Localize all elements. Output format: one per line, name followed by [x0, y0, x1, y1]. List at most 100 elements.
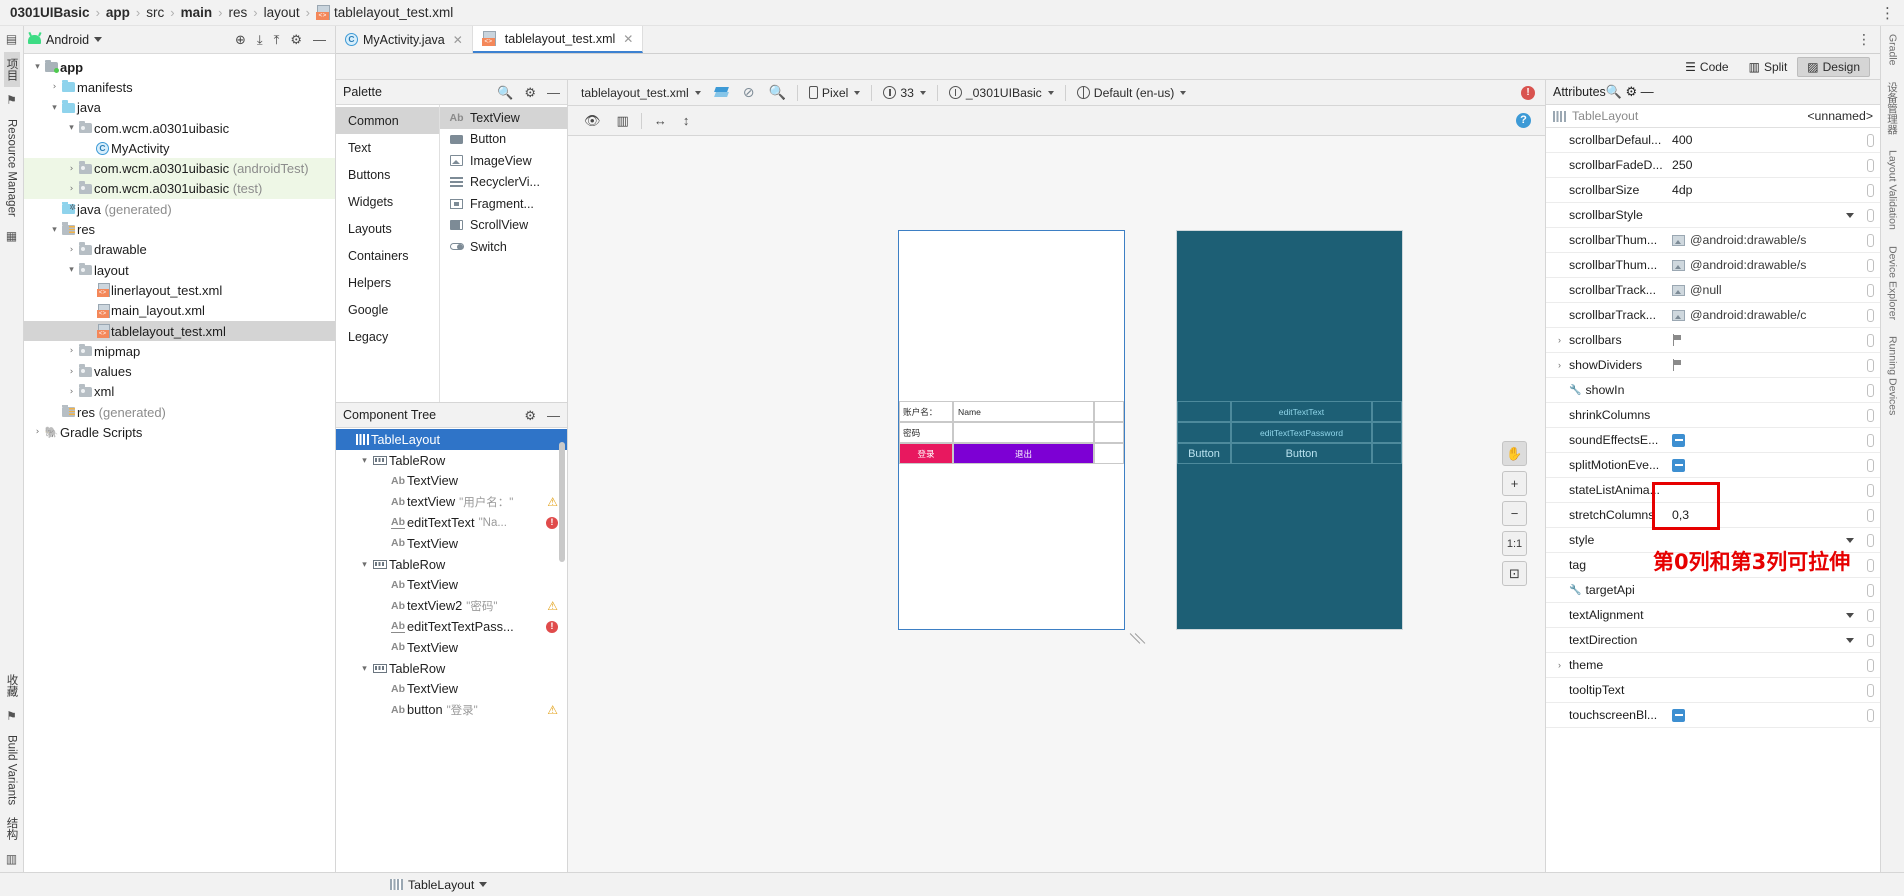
attribute-value[interactable]: @android:drawable/s	[1690, 258, 1806, 272]
chevron-right-icon[interactable]: ›	[66, 245, 77, 255]
sidebar-item-layout-validation[interactable]: Layout Validation	[1887, 142, 1899, 238]
attribute-row[interactable]: splitMotionEve...	[1546, 453, 1880, 478]
chevron-down-icon[interactable]: ▾	[358, 455, 371, 466]
attribute-slider-handle[interactable]	[1866, 533, 1874, 547]
attribute-value-cell[interactable]: 400	[1666, 133, 1860, 147]
vertical-arrows-icon[interactable]: ↕	[675, 110, 698, 131]
palette-category-buttons[interactable]: Buttons	[336, 161, 439, 188]
theme-selector[interactable]: _0301UIBasic	[942, 84, 1061, 102]
attribute-value[interactable]: 4dp	[1672, 183, 1693, 197]
preview-table-row[interactable]: 登录 退出	[899, 443, 1124, 464]
chevron-right-icon[interactable]: ›	[49, 82, 60, 92]
breadcrumb-item-layout[interactable]: layout	[264, 5, 300, 20]
search-icon[interactable]: 🔍	[1606, 84, 1622, 99]
attribute-checkbox[interactable]	[1672, 458, 1685, 472]
chevron-right-icon[interactable]: ›	[66, 367, 77, 377]
attribute-row[interactable]: shrinkColumns	[1546, 403, 1880, 428]
attribute-value[interactable]: 250	[1672, 158, 1693, 172]
sidebar-item-device-explorer[interactable]: Device Explorer	[1887, 238, 1899, 328]
component-tree-node[interactable]: TableLayout	[336, 429, 567, 450]
settings-icon[interactable]: ⚙	[524, 86, 536, 99]
component-tree-node[interactable]: Ab TextView	[336, 679, 567, 700]
breadcrumb-item-main[interactable]: main	[181, 5, 213, 20]
collapse-icon[interactable]: ⤓	[257, 33, 263, 46]
attribute-value-cell[interactable]: @android:drawable/c	[1666, 308, 1860, 322]
palette-item-button[interactable]: Button	[440, 129, 567, 151]
view-mode-split[interactable]: ▥ Split	[1739, 57, 1798, 77]
sidebar-item-build-variants[interactable]: Build Variants	[6, 729, 18, 811]
help-icon[interactable]: ?	[1516, 113, 1531, 128]
attribute-slider-handle[interactable]	[1866, 608, 1874, 622]
blueprint-cell-edittext[interactable]: editTextTextPassword	[1231, 422, 1372, 443]
settings-icon[interactable]: ⚙	[290, 33, 302, 46]
attribute-row[interactable]: scrollbarTrack... @android:drawable/c	[1546, 303, 1880, 328]
preview-cell-edittext[interactable]	[953, 422, 1094, 443]
component-tree-list[interactable]: TableLayout ▾ TableRow Ab TextView Ab textView…	[336, 428, 567, 872]
settings-icon[interactable]: ⚙	[524, 409, 536, 422]
chevron-right-icon[interactable]: ›	[1554, 335, 1565, 345]
zoom-tool-button[interactable]: 🔍	[761, 82, 792, 103]
attribute-row[interactable]: touchscreenBl...	[1546, 703, 1880, 728]
palette-category-helpers[interactable]: Helpers	[336, 269, 439, 296]
project-tree-row[interactable]: › values	[24, 361, 335, 381]
preview-table-row[interactable]: 密码	[899, 422, 1124, 443]
component-tree-node[interactable]: ▾ TableRow	[336, 450, 567, 471]
expand-icon[interactable]: ⤒	[274, 33, 280, 46]
build-variants-icon[interactable]: ⚑	[6, 709, 17, 723]
layers-button[interactable]	[708, 85, 736, 101]
component-tree-node[interactable]: Ab textView "用户名：" ⚠	[336, 491, 567, 512]
chevron-down-icon[interactable]	[1846, 537, 1854, 543]
error-badge[interactable]: !	[1521, 85, 1535, 100]
project-tree-row[interactable]: res (generated)	[24, 402, 335, 422]
attribute-slider-handle[interactable]	[1866, 133, 1874, 147]
palette-category-widgets[interactable]: Widgets	[336, 188, 439, 215]
chevron-down-icon[interactable]	[1846, 212, 1854, 218]
chevron-down-icon[interactable]: ▾	[66, 265, 77, 275]
view-mode-code[interactable]: ☰ Code	[1675, 57, 1738, 77]
grid-icon[interactable]: ▥	[609, 110, 637, 132]
warning-icon[interactable]: ⚠	[547, 599, 558, 613]
zoom-out-button[interactable]: −	[1502, 501, 1527, 526]
palette-category-text[interactable]: Text	[336, 134, 439, 161]
palette-item-textview[interactable]: Ab TextView	[440, 107, 567, 129]
project-tree-row[interactable]: ▾ res	[24, 219, 335, 239]
preview-cell-edittext[interactable]: Name	[953, 401, 1094, 422]
attribute-row[interactable]: stretchColumns 0,3	[1546, 503, 1880, 528]
attribute-value-cell[interactable]	[1666, 612, 1860, 618]
palette-items[interactable]: Ab TextView Button ImageView RecyclerVi... Fr…	[440, 105, 567, 402]
component-tree-node[interactable]: Ab TextView	[336, 637, 567, 658]
tab-tablelayout-test-xml[interactable]: tablelayout_test.xml ✕	[472, 26, 644, 53]
component-tree-node[interactable]: Ab editTextText "Na...!	[336, 512, 567, 533]
sidebar-item-running-devices[interactable]: Running Devices	[1887, 328, 1899, 423]
sidebar-item-gradle[interactable]: Gradle	[1887, 26, 1899, 74]
component-tree-node[interactable]: Ab TextView	[336, 575, 567, 596]
attribute-row[interactable]: › scrollbars	[1546, 328, 1880, 353]
attribute-value-cell[interactable]: @android:drawable/s	[1666, 258, 1860, 272]
design-canvas[interactable]: 账户名： Name 密码 登录 退出 editTextText editTextTextP…	[568, 136, 1545, 872]
preview-login-button[interactable]: 登录	[899, 443, 953, 464]
attribute-checkbox[interactable]	[1672, 708, 1685, 722]
minimize-icon[interactable]: —	[547, 409, 560, 422]
project-tree-row[interactable]: linerlayout_test.xml	[24, 280, 335, 300]
attribute-slider-handle[interactable]	[1866, 233, 1874, 247]
component-tree-node[interactable]: Ab editTextTextPass...!	[336, 616, 567, 637]
palette-item-fragment[interactable]: Fragment...	[440, 193, 567, 215]
chevron-right-icon[interactable]: ›	[1554, 660, 1565, 670]
attribute-value-cell[interactable]	[1666, 708, 1860, 722]
palette-category-containers[interactable]: Containers	[336, 242, 439, 269]
project-tree-row[interactable]: › 🐘 Gradle Scripts	[24, 422, 335, 442]
attribute-row[interactable]: 🔧 showIn	[1546, 378, 1880, 403]
attribute-slider-handle[interactable]	[1866, 433, 1874, 447]
attribute-value-cell[interactable]	[1666, 212, 1860, 218]
component-tree-node[interactable]: Ab TextView	[336, 533, 567, 554]
component-tree-scrollbar[interactable]	[559, 442, 565, 562]
attribute-slider-handle[interactable]	[1866, 683, 1874, 697]
project-tree-row[interactable]: ▾ app	[24, 57, 335, 77]
eye-icon[interactable]: 👁	[576, 110, 609, 132]
settings-icon[interactable]: ⚙	[1625, 84, 1637, 99]
breadcrumb-item-file[interactable]: tablelayout_test.xml	[334, 5, 453, 20]
attribute-slider-handle[interactable]	[1866, 308, 1874, 322]
project-view-selector[interactable]: Android	[28, 33, 103, 47]
close-icon[interactable]: ✕	[453, 33, 463, 47]
sidebar-item-structure[interactable]: 结构	[4, 811, 20, 846]
